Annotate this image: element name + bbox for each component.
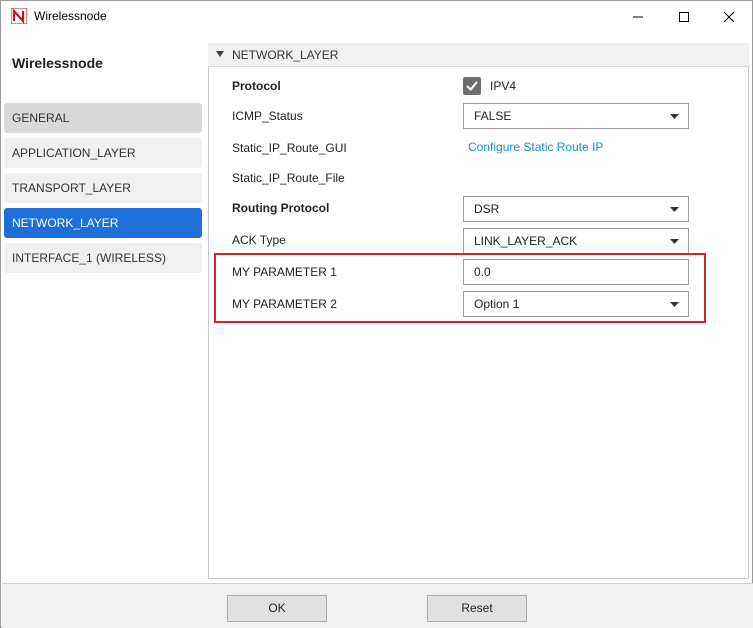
protocol-label: Protocol bbox=[232, 79, 281, 93]
sidebar-item-label: APPLICATION_LAYER bbox=[12, 146, 136, 160]
ack-type-value: LINK_LAYER_ACK bbox=[474, 234, 578, 248]
minimize-icon bbox=[633, 16, 643, 17]
sidebar-item-label: GENERAL bbox=[12, 111, 70, 125]
section-title: NETWORK_LAYER bbox=[232, 48, 339, 62]
netsim-logo-icon bbox=[11, 8, 27, 24]
sidebar-item-general[interactable]: GENERAL bbox=[4, 103, 202, 133]
chevron-down-icon bbox=[670, 239, 679, 244]
icmp-status-label: ICMP_Status bbox=[232, 109, 303, 123]
sidebar-item-transport-layer[interactable]: TRANSPORT_LAYER bbox=[4, 173, 202, 203]
close-icon bbox=[724, 11, 734, 22]
close-button[interactable] bbox=[706, 1, 752, 32]
reset-button[interactable]: Reset bbox=[427, 595, 527, 622]
maximize-icon bbox=[679, 11, 689, 22]
collapse-triangle-icon[interactable] bbox=[216, 50, 224, 58]
chevron-down-icon bbox=[670, 207, 679, 212]
ack-type-label: ACK Type bbox=[232, 233, 286, 247]
sidebar-item-network-layer[interactable]: NETWORK_LAYER bbox=[4, 208, 202, 238]
footer-bar bbox=[2, 583, 753, 628]
icmp-status-select[interactable]: FALSE bbox=[463, 103, 689, 129]
sidebar-item-label: NETWORK_LAYER bbox=[12, 216, 119, 230]
ipv4-checkbox[interactable] bbox=[463, 77, 481, 95]
routing-protocol-label: Routing Protocol bbox=[232, 201, 330, 215]
routing-protocol-select[interactable]: DSR bbox=[463, 196, 689, 222]
configure-static-route-link[interactable]: Configure Static Route IP bbox=[468, 140, 603, 154]
routing-protocol-value: DSR bbox=[474, 202, 500, 216]
icmp-status-value: FALSE bbox=[474, 109, 512, 123]
section-header[interactable]: NETWORK_LAYER bbox=[208, 43, 749, 67]
chevron-down-icon bbox=[670, 114, 679, 119]
title-bar[interactable]: Wirelessnode bbox=[1, 1, 752, 32]
ipv4-checkbox-label: IPV4 bbox=[490, 79, 517, 93]
maximize-button[interactable] bbox=[661, 1, 707, 32]
ack-type-select[interactable]: LINK_LAYER_ACK bbox=[463, 228, 689, 254]
sidebar-title: Wirelessnode bbox=[12, 55, 103, 71]
static-ip-route-gui-label: Static_IP_Route_GUI bbox=[232, 141, 347, 155]
minimize-button[interactable] bbox=[615, 1, 661, 32]
sidebar-item-label: TRANSPORT_LAYER bbox=[12, 181, 131, 195]
sidebar-item-interface-1[interactable]: INTERFACE_1 (WIRELESS) bbox=[4, 243, 202, 273]
highlight-box bbox=[214, 253, 706, 323]
sidebar-item-application-layer[interactable]: APPLICATION_LAYER bbox=[4, 138, 202, 168]
checkmark-icon bbox=[466, 81, 478, 91]
dialog-window: Wirelessnode Wirelessnode GENERAL APPLIC… bbox=[0, 0, 753, 628]
sidebar: Wirelessnode GENERAL APPLICATION_LAYER T… bbox=[2, 32, 205, 582]
static-ip-route-file-label: Static_IP_Route_File bbox=[232, 171, 345, 185]
sidebar-item-label: INTERFACE_1 (WIRELESS) bbox=[12, 251, 167, 265]
ok-button[interactable]: OK bbox=[227, 595, 327, 622]
window-title: Wirelessnode bbox=[34, 9, 107, 23]
